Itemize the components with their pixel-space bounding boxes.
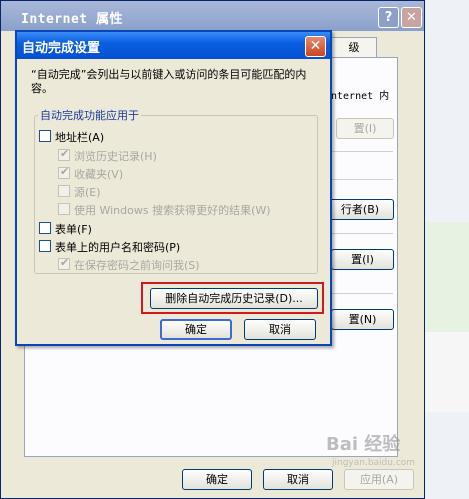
autocomplete-title: 自动完成设置 [22, 41, 101, 56]
feeds-checkbox[interactable] [58, 185, 70, 197]
internet-properties-title: Internet 属性 [21, 12, 123, 27]
background-band [425, 332, 469, 412]
delete-autocomplete-history-button[interactable]: 删除自动完成历史记录(D)... [150, 288, 318, 309]
help-button[interactable]: ? [378, 7, 399, 28]
browsing-history-label: 浏览历史记录(H) [74, 150, 157, 163]
ie-description-text: nternet 内 [331, 91, 390, 102]
baidu-watermark: Bai 经验 jingyan.baidu.com [326, 420, 466, 480]
publishers-button[interactable]: 行者(B) [326, 199, 394, 220]
address-bar-checkbox[interactable] [39, 130, 51, 142]
divider [331, 293, 393, 294]
settings-button[interactable]: 置(I) [336, 118, 394, 139]
internet-properties-titlebar[interactable]: Internet 属性 ? ✕ [1, 1, 424, 31]
usernames-passwords-label: 表单上的用户名和密码(P) [55, 241, 181, 254]
close-button[interactable]: ✕ [401, 7, 422, 28]
address-bar-label: 地址栏(A) [55, 131, 105, 144]
autocomplete-description: “自动完成”会列出与以前键入或访问的条目可能匹配的内容。 [31, 68, 307, 95]
watermark-url: jingyan.baidu.com [332, 458, 416, 468]
cancel-button[interactable]: 取消 [263, 469, 333, 490]
group-label: 自动完成功能应用于 [38, 107, 141, 123]
forms-label: 表单(F) [55, 223, 92, 236]
watermark-text: Bai 经验 [326, 434, 401, 455]
browsing-history-checkbox[interactable]: ✔ [58, 147, 70, 161]
ask-before-save-checkbox[interactable]: ✔ [58, 256, 70, 270]
favorites-label: 收藏夹(V) [74, 168, 124, 181]
forms-checkbox[interactable] [39, 222, 51, 234]
usernames-passwords-checkbox[interactable] [39, 240, 51, 252]
ok-button[interactable]: 确定 [160, 319, 232, 340]
divider [331, 179, 393, 180]
autocomplete-settings-dialog: 自动完成设置 ✕ “自动完成”会列出与以前键入或访问的条目可能匹配的内容。 自动… [15, 30, 332, 346]
divider [331, 151, 393, 152]
divider [331, 233, 393, 234]
windows-search-label: 使用 Windows 搜索获得更好的结果(W) [74, 204, 271, 217]
autocomplete-settings-button[interactable]: 置(I) [331, 249, 394, 270]
windows-search-checkbox[interactable] [58, 203, 70, 215]
feeds-settings-button[interactable]: 置(N) [331, 309, 394, 330]
ok-button[interactable]: 确定 [182, 469, 252, 490]
cancel-button[interactable]: 取消 [244, 319, 316, 340]
feeds-label: 源(E) [74, 186, 101, 199]
autocomplete-titlebar[interactable]: 自动完成设置 ✕ [17, 32, 330, 59]
ask-before-save-label: 在保存密码之前询问我(S) [74, 259, 200, 272]
favorites-checkbox[interactable]: ✔ [58, 165, 70, 179]
tab-advanced[interactable]: 级 [331, 37, 377, 57]
close-button[interactable]: ✕ [305, 36, 326, 57]
background-band [425, 222, 469, 332]
